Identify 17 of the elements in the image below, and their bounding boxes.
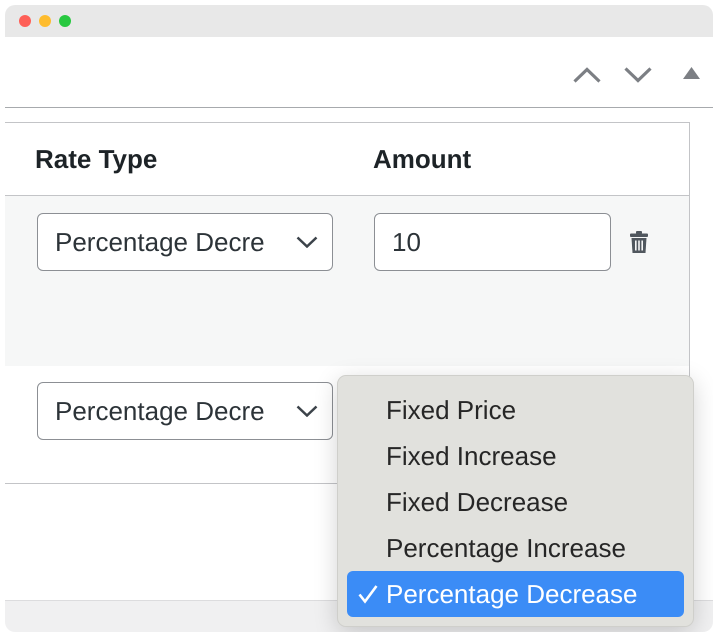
trash-icon[interactable]: [630, 231, 648, 253]
chevron-down-icon: [296, 236, 318, 248]
amount-input[interactable]: 10: [374, 213, 611, 271]
rate-type-select[interactable]: Percentage Decre: [37, 382, 333, 440]
check-icon: [358, 584, 378, 604]
close-window-icon[interactable]: [19, 15, 31, 27]
column-header: Rate Type: [35, 142, 158, 176]
menu-item[interactable]: Percentage Increase: [347, 525, 684, 571]
column-header: Amount: [373, 142, 472, 176]
chevron-down-icon[interactable]: [624, 66, 652, 82]
chevron-down-icon: [296, 405, 318, 417]
menu-item[interactable]: Fixed Price: [347, 387, 684, 433]
chevron-up-icon[interactable]: [573, 66, 601, 82]
menu-item[interactable]: Fixed Decrease: [347, 479, 684, 525]
menu-item[interactable]: Fixed Increase: [347, 433, 684, 479]
rate-type-select[interactable]: Percentage Decre: [37, 213, 333, 271]
triangle-up-icon[interactable]: [683, 67, 700, 79]
